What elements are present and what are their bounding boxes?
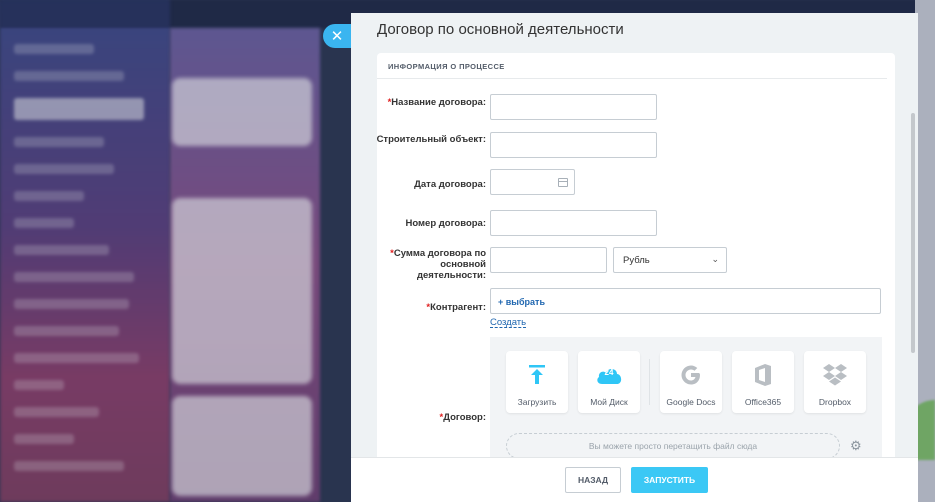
- file-uploader: Загрузить 24 Мой Диск Google Docs Office…: [490, 337, 882, 473]
- select-counterparty-link[interactable]: + выбрать: [498, 297, 545, 307]
- contract-number-label: Номер договора:: [376, 218, 486, 229]
- contract-date-field[interactable]: [490, 169, 575, 195]
- file-dropzone[interactable]: Вы можете просто перетащить файл сюда: [506, 433, 840, 459]
- run-button[interactable]: ЗАПУСТИТЬ: [631, 467, 708, 493]
- contract-name-input[interactable]: [490, 94, 657, 120]
- contract-amount-label: *Сумма договора по основной деятельности…: [376, 248, 486, 281]
- google-docs-icon: [660, 363, 722, 387]
- tile-label: Загрузить: [517, 397, 557, 407]
- counterparty-label: *Контрагент:: [376, 302, 486, 313]
- back-button[interactable]: НАЗАД: [565, 467, 621, 493]
- process-start-panel: Договор по основной деятельности ИНФОРМА…: [351, 13, 918, 502]
- process-info-card: ИНФОРМАЦИЯ О ПРОЦЕССЕ *Название договора…: [377, 53, 895, 473]
- label-text: Контрагент:: [430, 302, 486, 313]
- currency-select[interactable]: Рубль ⌄: [613, 247, 727, 273]
- close-icon: ✕: [330, 28, 344, 45]
- upload-source-google-docs[interactable]: Google Docs: [660, 351, 722, 413]
- contract-date-label: Дата договора:: [376, 179, 486, 190]
- label-text: Договор:: [443, 412, 486, 423]
- contract-file-label: *Договор:: [376, 412, 486, 423]
- panel-footer: НАЗАД ЗАПУСТИТЬ: [351, 457, 918, 502]
- page-title: Договор по основной деятельности: [377, 21, 624, 38]
- create-counterparty-link[interactable]: Создать: [490, 317, 526, 328]
- tile-label: Office365: [744, 397, 782, 407]
- scrollbar[interactable]: [911, 113, 915, 353]
- chevron-down-icon: ⌄: [711, 254, 719, 264]
- gear-icon[interactable]: ⚙: [850, 438, 862, 454]
- contract-name-label: *Название договора:: [376, 97, 486, 108]
- label-text: Номер договора:: [405, 218, 486, 229]
- dropbox-icon: [804, 363, 866, 387]
- label-text: Сумма договора по основной деятельности:: [393, 248, 486, 281]
- drive-badge: 24: [604, 368, 614, 377]
- construction-site-label: Строительный объект:: [376, 134, 486, 145]
- upload-icon: [506, 363, 568, 387]
- upload-source-local[interactable]: Загрузить: [506, 351, 568, 413]
- currency-value: Рубль: [623, 255, 650, 266]
- tile-label: Dropbox: [818, 397, 852, 407]
- upload-source-dropbox[interactable]: Dropbox: [804, 351, 866, 413]
- construction-site-input[interactable]: [490, 132, 657, 158]
- counterparty-selector[interactable]: + выбрать: [490, 288, 881, 314]
- calendar-icon[interactable]: [558, 178, 568, 187]
- tile-label: Google Docs: [666, 397, 716, 407]
- section-title: ИНФОРМАЦИЯ О ПРОЦЕССЕ: [377, 53, 887, 79]
- close-slider-button[interactable]: ✕: [323, 24, 351, 48]
- upload-source-office365[interactable]: Office365: [732, 351, 794, 413]
- label-text: Дата договора:: [414, 179, 486, 190]
- contract-number-input[interactable]: [490, 210, 657, 236]
- office365-icon: [732, 363, 794, 387]
- label-text: Строительный объект:: [376, 134, 486, 145]
- contract-amount-input[interactable]: [490, 247, 607, 273]
- label-text: Название договора:: [391, 97, 486, 108]
- tile-label: Мой Диск: [590, 397, 628, 407]
- upload-source-my-drive[interactable]: 24 Мой Диск: [578, 351, 640, 413]
- divider: [649, 359, 650, 405]
